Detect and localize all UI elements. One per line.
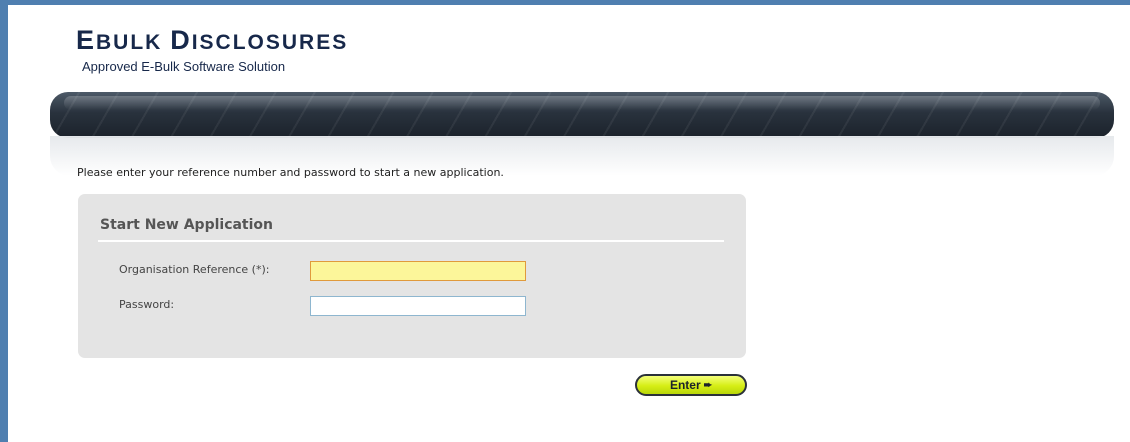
- logo-title-segment: ISCLOSURES: [191, 31, 349, 54]
- org-reference-label: Organisation Reference (*):: [119, 263, 270, 276]
- enter-button-label: Enter: [669, 378, 701, 392]
- window-frame-top: [0, 0, 1130, 5]
- org-reference-input[interactable]: [310, 261, 526, 281]
- enter-button[interactable]: Enter ➨: [635, 374, 747, 396]
- password-label: Password:: [119, 298, 175, 311]
- logo-subtitle: Approved E-Bulk Software Solution: [82, 59, 286, 74]
- intro-text: Please enter your reference number and p…: [77, 166, 504, 179]
- ebulk-logo: EBULK DISCLOSURES Approved E-Bulk Softwa…: [76, 26, 348, 74]
- logo-title-segment: BULK: [96, 31, 171, 54]
- banner-shine: [64, 96, 1100, 110]
- password-input[interactable]: [310, 296, 526, 316]
- logo-title: EBULK DISCLOSURES: [76, 26, 348, 57]
- logo-title-segment: D: [170, 25, 192, 55]
- panel-title: Start New Application: [100, 217, 274, 233]
- window-frame-left: [0, 0, 8, 442]
- panel-divider: [98, 240, 724, 242]
- logo-title-segment: E: [76, 25, 97, 55]
- arrow-right-icon: ➨: [703, 379, 713, 391]
- header-banner: [50, 92, 1114, 138]
- start-application-panel: Start New Application Organisation Refer…: [78, 194, 746, 358]
